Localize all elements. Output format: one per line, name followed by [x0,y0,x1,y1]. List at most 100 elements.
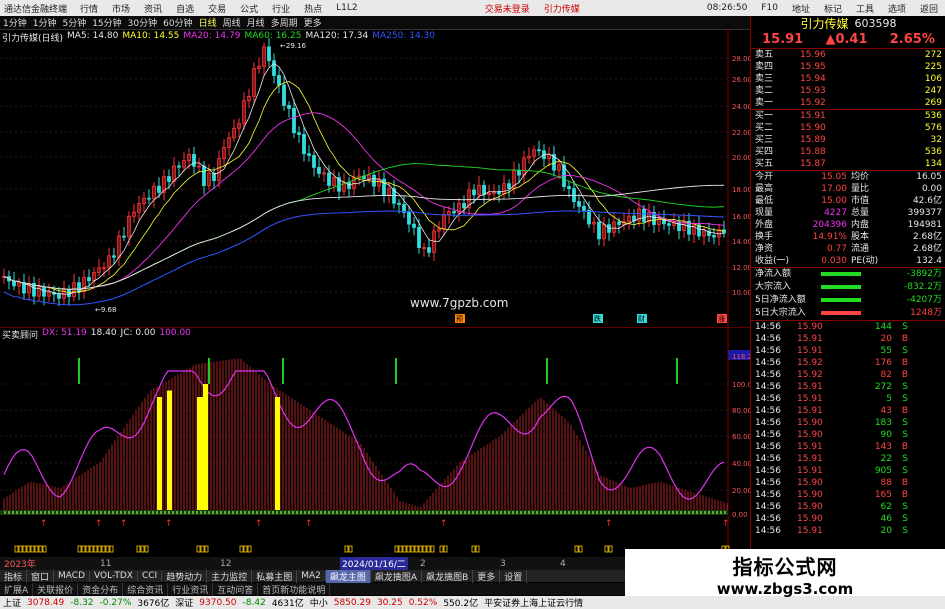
up-arrow-icon: ↑ [722,519,730,529]
bottom-tab-3[interactable]: 综合资讯 [123,582,169,596]
flow-label: 大宗流入 [755,282,792,292]
indicator-tab-10[interactable]: 飙龙擒图A [371,569,423,583]
menu-item-industry[interactable]: 行业 [265,2,297,15]
buy-row[interactable]: 买一 15.91 536 [751,110,945,122]
menu-item-watchlist[interactable]: 自选 [169,2,201,15]
menu-item-market[interactable]: 市场 [105,2,137,15]
ma120-line [3,184,725,290]
period-10[interactable]: 更多 [301,16,325,29]
trade-login-status[interactable]: 交易未登录 [478,2,537,15]
menu-item-l1l2[interactable]: L1L2 [329,3,364,13]
candle [407,211,411,225]
candle [427,247,431,253]
low-label: ←9.68 [95,306,116,314]
stat-row: 现量 4227 总量 399377 [751,207,945,219]
app-title: 通达信金融终端 [4,4,68,15]
candle [317,167,321,174]
period-4[interactable]: 30分钟 [125,16,160,29]
indicator-tab-3[interactable]: VOL-TDX [90,571,138,581]
tick-vol: 183 [874,418,892,428]
candle [57,293,61,299]
ticker-item-10: 5850.29 [333,597,371,608]
buy-price: 15.88 [800,147,826,157]
buy-row[interactable]: 买三 15.89 32 [751,134,945,146]
sell-label: 卖三 [755,74,774,84]
ticker-item-2: -8.32 [70,597,94,608]
kline-chart[interactable]: 28.00 26.00 24.00 22.00 20.00 18.00 16.00 14.00… [0,29,750,327]
indicator-tab-5[interactable]: 趋势动力 [162,569,208,583]
bottom-tab-0[interactable]: 扩展A [0,582,34,596]
sell-row[interactable]: 卖四 15.95 225 [751,61,945,73]
tick-row: 14:56 15.91 43 B [751,405,945,417]
period-9[interactable]: 多周期 [268,16,301,29]
buy-row[interactable]: 买二 15.90 576 [751,122,945,134]
indicator-tab-1[interactable]: 窗口 [27,569,55,583]
indicator-tab-0[interactable]: 指标 [0,569,28,583]
period-0[interactable]: 1分钟 [0,16,30,29]
period-7[interactable]: 周线 [220,16,244,29]
date-highlight: 2024/01/16/二 [340,557,408,570]
indicator-tab-6[interactable]: 主力监控 [207,569,253,583]
date-mark: 11 [100,558,112,569]
bottom-tab-4[interactable]: 行业资讯 [168,582,214,596]
indicator-tab-8[interactable]: MA2 [297,571,326,581]
tick-row: 14:56 15.92 82 B [751,369,945,381]
candle [77,282,81,292]
tick-dir: B [901,334,908,344]
buy-row[interactable]: 买四 15.88 536 [751,146,945,158]
sell-row[interactable]: 卖一 15.92 269 [751,97,945,109]
period-8[interactable]: 月线 [244,16,268,29]
ma250-line [3,210,725,306]
stat-value: 17.00 [821,184,847,194]
indicator-tab-11[interactable]: 飙龙擒图B [422,569,474,583]
legend-ma-4: MA120: 17.34 [305,31,369,41]
menu-address[interactable]: 地址 [785,2,817,15]
buy-vol: 536 [924,111,942,121]
menu-item-news[interactable]: 资讯 [137,2,169,15]
candle [537,149,541,152]
up-arrow-icon: ↑ [40,519,48,529]
tick-row: 14:56 15.90 62 S [751,501,945,513]
indicator-tab-12[interactable]: 更多 [473,569,501,583]
menu-options[interactable]: 选项 [881,2,913,15]
indicator-tab-2[interactable]: MACD [54,571,91,581]
menu-item-formula[interactable]: 公式 [233,2,265,15]
period-6[interactable]: 日线 [196,16,220,29]
sell-row[interactable]: 卖五 15.96 272 [751,49,945,61]
tick-dir: B [901,370,908,380]
sell-row[interactable]: 卖二 15.93 247 [751,85,945,97]
menu-f10[interactable]: F10 [754,3,785,13]
tick-row: 14:56 15.90 90 S [751,429,945,441]
indicator-tab-13[interactable]: 设置 [500,569,528,583]
stat-label: 收益(一) [755,256,790,266]
bottom-tab-2[interactable]: 资金分布 [78,582,124,596]
bottom-tab-5[interactable]: 互动问答 [213,582,259,596]
order-book: 卖五 15.96 272 卖四 15.95 225 卖三 15.94 106 卖二 15.93 247… [751,48,945,170]
menu-mark[interactable]: 标记 [817,2,849,15]
menu-item-trade[interactable]: 交易 [201,2,233,15]
tick-price: 15.91 [797,406,823,416]
sell-row[interactable]: 卖三 15.94 106 [751,73,945,85]
bottom-tab-1[interactable]: 关联报价 [33,582,79,596]
menu-back[interactable]: 返回 [913,2,945,15]
tick-price: 15.91 [797,382,823,392]
bottom-tab-6[interactable]: 首页新功能说明 [258,582,331,596]
menu-item-hot[interactable]: 热点 [297,2,329,15]
indicator-tab-7[interactable]: 私募主图 [252,569,298,583]
period-3[interactable]: 15分钟 [89,16,124,29]
period-5[interactable]: 60分钟 [160,16,195,29]
up-arrow-icon: ↑ [95,519,103,529]
signal-bar [203,384,208,514]
buy-row[interactable]: 买五 15.87 134 [751,158,945,170]
period-2[interactable]: 5分钟 [59,16,89,29]
tick-time: 14:56 [755,358,781,368]
stat-label: 市值 [851,196,870,206]
stat-label: 净资 [755,244,774,254]
menu-item-quotes[interactable]: 行情 [73,2,105,15]
indicator-tab-9[interactable]: 飙龙主图 [325,569,371,583]
period-1[interactable]: 1分钟 [30,16,60,29]
indicator-tab-4[interactable]: CCI [138,571,163,581]
tick-time: 14:56 [755,442,781,452]
indicator-chart[interactable]: 118.23100.0080.0060.0040.0020.000.00↑↑↑↑… [0,327,750,571]
menu-tools[interactable]: 工具 [849,2,881,15]
